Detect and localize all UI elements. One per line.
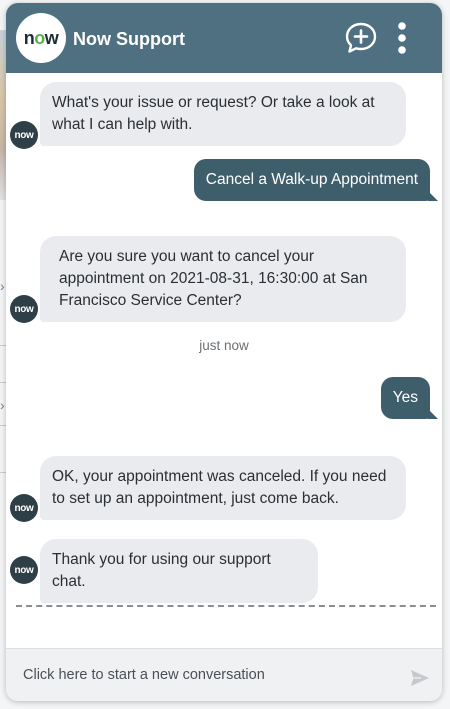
chat-title: Now Support bbox=[73, 29, 185, 49]
chat-header: now Now Support bbox=[6, 3, 442, 73]
chat-plus-icon bbox=[345, 22, 377, 53]
bot-message: OK, your appointment was canceled. If yo… bbox=[40, 456, 406, 520]
more-options-button[interactable] bbox=[394, 21, 410, 55]
chat-footer: Click here to start a new conversation bbox=[6, 648, 442, 701]
new-conversation-input[interactable]: Click here to start a new conversation bbox=[23, 667, 265, 683]
now-logo: now bbox=[16, 13, 66, 63]
send-button[interactable] bbox=[410, 669, 430, 687]
bot-avatar: now bbox=[10, 121, 38, 149]
bot-avatar: now bbox=[10, 556, 38, 584]
bot-message: What's your issue or request? Or take a … bbox=[40, 82, 406, 146]
message-timestamp: just now bbox=[199, 338, 249, 353]
send-icon bbox=[411, 670, 429, 686]
bot-avatar: now bbox=[10, 295, 38, 323]
user-message: Cancel a Walk-up Appointment bbox=[193, 159, 439, 201]
background-chevron-icon: › bbox=[0, 397, 5, 413]
message-list[interactable]: What's your issue or request? Or take a … bbox=[6, 73, 442, 648]
more-vertical-icon bbox=[398, 22, 406, 54]
bot-avatar: now bbox=[10, 494, 38, 522]
new-conversation-button[interactable] bbox=[344, 21, 378, 55]
chat-widget: now Now Support What's your issue or req… bbox=[6, 3, 442, 701]
bot-message: Thank you for using our support chat. bbox=[40, 539, 318, 603]
user-message: Yes bbox=[380, 377, 439, 419]
conversation-end-divider bbox=[16, 605, 436, 607]
background-chevron-icon: › bbox=[0, 278, 5, 294]
bot-message: Are you sure you want to cancel your app… bbox=[40, 236, 406, 322]
